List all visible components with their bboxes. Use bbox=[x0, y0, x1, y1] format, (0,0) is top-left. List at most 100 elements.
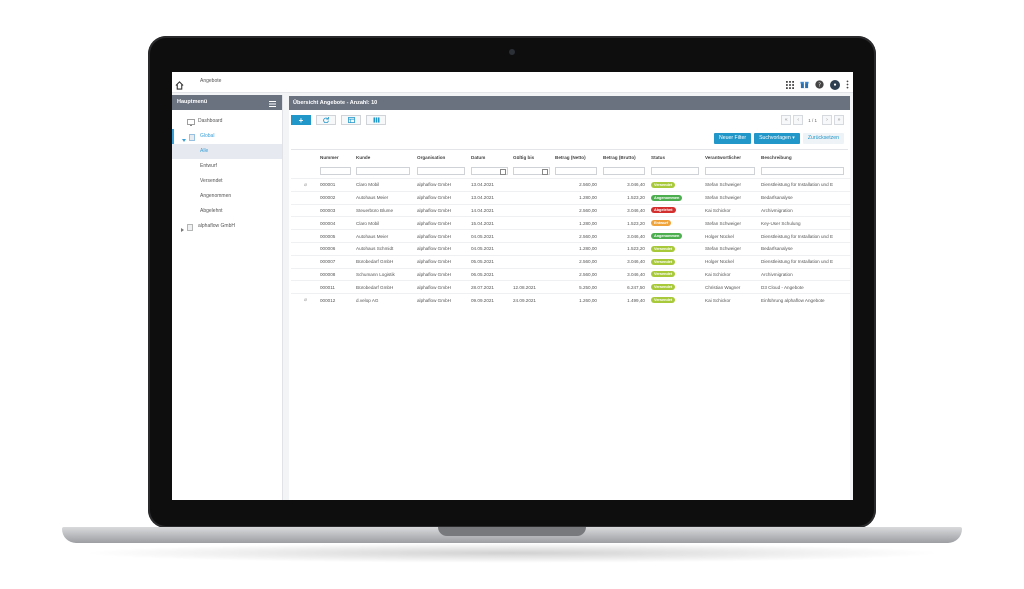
columns-icon bbox=[373, 117, 379, 123]
calendar-icon[interactable] bbox=[541, 169, 548, 175]
first-page-button[interactable]: « bbox=[781, 115, 792, 125]
table-view-button[interactable] bbox=[341, 115, 361, 125]
help-icon[interactable]: ? bbox=[815, 76, 824, 94]
table-row[interactable]: 000005 Autohaus Meier alphaflow GmbH 04.05.… bbox=[291, 229, 851, 243]
sidebar-item-dashboard[interactable]: Dashboard bbox=[172, 114, 282, 129]
cell-gueltig bbox=[511, 190, 553, 205]
column-header[interactable]: Nummer bbox=[318, 150, 354, 164]
column-filter-input[interactable] bbox=[651, 167, 699, 175]
sidebar-item-alphaflow[interactable]: alphaflow GmbH bbox=[172, 219, 282, 234]
cell-kunde: Autohaus Meier bbox=[354, 229, 415, 243]
status-badge: Versendet bbox=[651, 297, 676, 304]
column-filter-input[interactable] bbox=[513, 167, 550, 175]
table-row[interactable]: 000006 Autohaus Schmidt alphaflow GmbH 04.0… bbox=[291, 241, 851, 256]
cell-netto: 5.250,00 bbox=[553, 280, 601, 294]
column-header[interactable]: Verantwortlicher bbox=[703, 150, 759, 164]
table-header: Nummer Kunde Organisation Datum Gültig bis Be… bbox=[291, 150, 851, 164]
cell-verantw: Kai Schickor bbox=[703, 203, 759, 217]
cell-brutto: 1.499,40 bbox=[601, 293, 649, 306]
add-button[interactable]: + bbox=[291, 115, 311, 125]
columns-button[interactable] bbox=[366, 115, 386, 125]
filter-cell bbox=[469, 164, 511, 179]
column-header[interactable]: Kunde bbox=[354, 150, 415, 164]
column-header[interactable]: Beschreibung bbox=[759, 150, 851, 164]
apps-grid-icon[interactable] bbox=[786, 76, 794, 94]
cell-gueltig bbox=[511, 178, 553, 192]
last-page-button[interactable]: » bbox=[834, 115, 844, 125]
column-header[interactable]: Gültig bis bbox=[511, 150, 553, 164]
column-header[interactable]: Betrag (Netto) bbox=[553, 150, 601, 164]
sidebar-item-alle[interactable]: Alle bbox=[172, 144, 282, 159]
gift-icon[interactable] bbox=[800, 76, 809, 94]
column-filter-input[interactable] bbox=[320, 167, 352, 175]
next-page-button[interactable]: › bbox=[822, 115, 832, 125]
menu-icon[interactable] bbox=[269, 99, 276, 114]
calendar-icon[interactable] bbox=[499, 169, 506, 175]
column-filter-input[interactable] bbox=[705, 167, 755, 175]
sidebar-item-versendet[interactable]: Versendet bbox=[172, 174, 282, 189]
cell-org: alphaflow GmbH bbox=[415, 203, 469, 217]
status-badge: Abgelehnt bbox=[651, 207, 676, 214]
sidebar-item-entwurf[interactable]: Entwurf bbox=[172, 159, 282, 174]
sidebar-item-global[interactable]: Global bbox=[172, 129, 282, 144]
column-filter-input[interactable] bbox=[555, 167, 598, 175]
attachment-icon[interactable]: ⌀ bbox=[304, 297, 307, 303]
filter-cell bbox=[601, 164, 649, 179]
column-filter-input[interactable] bbox=[417, 167, 465, 175]
reset-button[interactable]: Zurücksetzen bbox=[802, 133, 844, 144]
main-panel: Übersicht Angebote - Anzahl: 10 + « ‹ 1 … bbox=[289, 96, 851, 500]
cell-beschr: Dienstleistung für Installation und E bbox=[759, 229, 851, 243]
column-header[interactable]: Status bbox=[649, 150, 703, 164]
search-templates-button[interactable]: Suchvorlagen ▾ bbox=[754, 133, 800, 144]
cell-gueltig bbox=[511, 203, 553, 217]
cell-gueltig bbox=[511, 267, 553, 281]
laptop-shadow bbox=[80, 543, 944, 563]
table-row[interactable]: 000004 Claro Mobil alphaflow GmbH 15.04.202… bbox=[291, 216, 851, 230]
prev-page-button[interactable]: ‹ bbox=[793, 115, 804, 125]
column-filter-input[interactable] bbox=[471, 167, 508, 175]
cell-brutto: 1.523,20 bbox=[601, 241, 649, 256]
cell-brutto: 6.247,50 bbox=[601, 280, 649, 294]
cell-beschr: Einführung alphaflow Angebote bbox=[759, 293, 851, 306]
cell-beschr: Dienstleistung für Installation und E bbox=[759, 178, 851, 192]
table-row[interactable]: ⌀ 000012 d.velop AG alphaflow GmbH 09.09.202… bbox=[291, 293, 851, 306]
attachment-cell bbox=[291, 267, 318, 281]
attachment-icon[interactable]: ⌀ bbox=[304, 182, 307, 188]
sidebar-item-angenommen[interactable]: Angenommen bbox=[172, 189, 282, 204]
table-row[interactable]: 000002 Autohaus Meier alphaflow GmbH 13.04.… bbox=[291, 190, 851, 205]
column-filter-input[interactable] bbox=[761, 167, 844, 175]
column-filter-input[interactable] bbox=[603, 167, 646, 175]
attachment-cell bbox=[291, 216, 318, 230]
cell-kunde: Autohaus Meier bbox=[354, 190, 415, 205]
table-row[interactable]: 000007 Bürobedarf GmbH alphaflow GmbH 05.05… bbox=[291, 254, 851, 269]
refresh-button[interactable] bbox=[316, 115, 336, 125]
column-header[interactable]: Datum bbox=[469, 150, 511, 164]
new-filter-button[interactable]: Neuer Filter bbox=[713, 133, 752, 144]
column-header[interactable]: Betrag (Brutto) bbox=[601, 150, 649, 164]
cell-beschr: Bedarfsanalyse bbox=[759, 190, 851, 205]
cell-beschr: Archivmigration bbox=[759, 267, 851, 281]
cell-netto: 2.560,00 bbox=[553, 203, 601, 217]
table-row[interactable]: 000011 Bürobedarf GmbH alphaflow GmbH 28.07… bbox=[291, 280, 851, 294]
chevron-right-icon[interactable] bbox=[181, 224, 184, 239]
laptop-notch bbox=[438, 527, 586, 536]
pager: « ‹ 1 / 1 › » bbox=[781, 115, 844, 125]
cell-verantw: Christian Wagner bbox=[703, 280, 759, 294]
table-row[interactable]: 000003 Steuerbüro Blume alphaflow GmbH 14.0… bbox=[291, 203, 851, 217]
more-vert-icon[interactable] bbox=[846, 76, 849, 94]
avatar[interactable]: ● bbox=[830, 80, 840, 90]
status-badge: Versendet bbox=[651, 284, 676, 291]
cell-verantw: Kai Schickor bbox=[703, 293, 759, 306]
add-icon: + bbox=[298, 115, 304, 125]
column-header[interactable]: Organisation bbox=[415, 150, 469, 164]
cell-datum: 09.09.2021 bbox=[469, 293, 511, 306]
cell-gueltig bbox=[511, 229, 553, 243]
filter-cell bbox=[649, 164, 703, 179]
breadcrumb[interactable]: Angebote bbox=[200, 78, 221, 84]
table-row[interactable]: ⌀ 000001 Claro Mobil alphaflow GmbH 13.04.20… bbox=[291, 178, 851, 192]
table-row[interactable]: 000008 Schumann Logistik alphaflow GmbH 06.… bbox=[291, 267, 851, 281]
sidebar-item-abgelehnt[interactable]: Abgelehnt bbox=[172, 204, 282, 219]
home-icon[interactable] bbox=[175, 77, 184, 95]
filter-row bbox=[291, 164, 851, 179]
column-filter-input[interactable] bbox=[356, 167, 411, 175]
